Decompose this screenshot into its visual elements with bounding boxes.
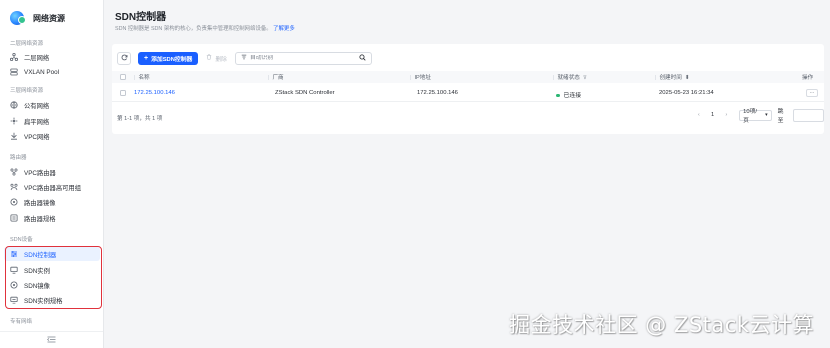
row-more-actions-button[interactable]: ··· bbox=[806, 89, 818, 97]
select-all-checkbox[interactable] bbox=[120, 74, 126, 80]
brand: 网络资源 bbox=[10, 10, 65, 26]
vpc-network-icon bbox=[10, 132, 18, 140]
column-header-status[interactable]: | 就绪状态 ⊽ bbox=[553, 73, 587, 81]
sidebar-item-flat-network[interactable]: 扁平网络 bbox=[4, 114, 100, 128]
network-resources-logo bbox=[10, 11, 26, 25]
sidebar-item-label: VPC路由器高可用组 bbox=[24, 184, 82, 192]
network-icon bbox=[10, 53, 18, 61]
status-text: 已连接 bbox=[563, 93, 582, 99]
column-vendor-label: 厂商 bbox=[272, 75, 284, 81]
table-row[interactable]: 172.25.100.146 ZStack SDN Controller 172… bbox=[112, 85, 824, 102]
sidebar-item-router-spec[interactable]: 路由器规格 bbox=[4, 211, 100, 225]
vendor-cell: ZStack SDN Controller bbox=[275, 90, 335, 96]
prev-page-icon[interactable]: ‹ bbox=[694, 112, 704, 118]
sort-icon[interactable]: ⬍ bbox=[685, 75, 690, 81]
controller-list-card: + 添加SDN控制器 删除 |名称 |厂商 |IP地址 |就绪状态⊽ |创建时间… bbox=[112, 44, 825, 134]
add-button-label: 添加SDN控制器 bbox=[151, 56, 193, 63]
sidebar-collapse-button[interactable] bbox=[0, 331, 103, 348]
column-ip-label: IP地址 bbox=[414, 75, 431, 81]
main-content: SDN控制器 SDN 控制器是 SDN 架构的核心，负责集中管理和控制网络设备。… bbox=[104, 0, 830, 348]
group-title-sdn: SDN设备 bbox=[10, 237, 33, 243]
router-spec-icon bbox=[10, 214, 18, 222]
ip-cell: 172.25.100.146 bbox=[417, 90, 458, 96]
brand-name: 网络资源 bbox=[33, 13, 65, 23]
column-header-actions: 操作 bbox=[802, 75, 814, 81]
column-name-label: 名称 bbox=[138, 75, 150, 81]
sidebar-item-label: 二层网络 bbox=[24, 54, 50, 62]
refresh-icon bbox=[121, 54, 128, 63]
pagination: ‹ 1 › 10项/页 ▾ 跳至 bbox=[694, 108, 825, 124]
page-title: SDN控制器 bbox=[115, 12, 167, 23]
status-cell: 已连接 bbox=[556, 90, 581, 99]
plus-icon: + bbox=[144, 54, 149, 62]
toolbar: + 添加SDN控制器 删除 bbox=[117, 51, 372, 65]
search-input[interactable] bbox=[249, 55, 359, 61]
search-icon[interactable] bbox=[359, 53, 366, 63]
group-title-private-network: 专有网络 bbox=[10, 319, 33, 325]
delete-button-label: 删除 bbox=[215, 56, 227, 63]
pagination-total: 第 1-1 项，共 1 项 bbox=[117, 116, 163, 122]
table-header: | 名称 | 厂商 | IP地址 | 就绪状态 ⊽ | 创建时间 ⬍ 操作 bbox=[112, 71, 824, 83]
menu-collapse-icon bbox=[47, 336, 56, 345]
sidebar-item-label: 扁平网络 bbox=[24, 118, 50, 126]
column-created-label: 创建时间 bbox=[659, 75, 682, 81]
learn-more-link[interactable]: 了解更多 bbox=[273, 26, 295, 32]
pool-icon bbox=[10, 68, 18, 76]
globe-icon bbox=[10, 101, 18, 109]
page-description-text: SDN 控制器是 SDN 架构的核心，负责集中管理和控制网络设备。 bbox=[115, 26, 272, 32]
search-box[interactable] bbox=[234, 51, 372, 65]
page-size-value: 10项/页 bbox=[743, 109, 758, 124]
sidebar-item-vpc-router-ha[interactable]: VPC路由器高可用组 bbox=[4, 180, 100, 194]
created-time-cell: 2025-05-23 16:21:34 bbox=[659, 90, 714, 96]
watermark: 掘金技术社区 @ ZStack云计算 bbox=[509, 313, 814, 337]
column-header-created[interactable]: | 创建时间 ⬍ bbox=[655, 73, 690, 81]
column-status-label: 就绪状态 bbox=[557, 75, 580, 81]
column-header-name[interactable]: | 名称 bbox=[134, 73, 150, 81]
controller-name-link[interactable]: 172.25.100.146 bbox=[134, 90, 175, 96]
refresh-button[interactable] bbox=[117, 51, 131, 65]
sidebar-item-vpc-router[interactable]: VPC路由器 bbox=[4, 165, 100, 179]
sidebar-item-label: 路由器镜像 bbox=[24, 199, 56, 207]
trash-icon bbox=[206, 54, 212, 62]
filter-icon bbox=[241, 54, 247, 62]
jump-label: 跳至 bbox=[777, 109, 784, 124]
page-size-select[interactable]: 10项/页 ▾ bbox=[739, 109, 772, 124]
current-page[interactable]: 1 bbox=[708, 112, 718, 118]
status-connected-dot bbox=[556, 93, 560, 98]
sidebar-item-label: 路由器规格 bbox=[24, 215, 56, 223]
sidebar-item-vxlan-pool[interactable]: VXLAN Pool bbox=[4, 65, 100, 79]
sidebar-item-vpc-network[interactable]: VPC网络 bbox=[4, 129, 100, 143]
router-image-icon bbox=[10, 198, 18, 206]
sidebar-item-label: VPC网络 bbox=[24, 133, 50, 141]
group-title-l3: 三层网络资源 bbox=[10, 88, 44, 94]
sidebar-item-label: 公有网络 bbox=[24, 102, 50, 110]
jump-page-input[interactable] bbox=[792, 108, 825, 122]
sidebar: 网络资源 二层网络资源 二层网络 VXLAN Pool 三层网络资源 公有网络 … bbox=[0, 0, 104, 348]
sidebar-item-label: VXLAN Pool bbox=[24, 68, 60, 76]
sidebar-item-router-image[interactable]: 路由器镜像 bbox=[4, 195, 100, 209]
column-header-ip: | IP地址 bbox=[410, 75, 431, 81]
filter-funnel-icon[interactable]: ⊽ bbox=[583, 75, 587, 81]
router-icon bbox=[10, 168, 18, 176]
next-page-icon[interactable]: › bbox=[721, 112, 731, 118]
chevron-down-icon: ▾ bbox=[765, 112, 768, 118]
delete-button[interactable]: 删除 bbox=[206, 54, 227, 63]
column-header-vendor: | 厂商 bbox=[268, 75, 284, 81]
add-sdn-controller-button[interactable]: + 添加SDN控制器 bbox=[138, 51, 199, 65]
router-ha-icon bbox=[10, 183, 18, 191]
sidebar-item-public-network[interactable]: 公有网络 bbox=[4, 98, 100, 112]
page-description: SDN 控制器是 SDN 架构的核心，负责集中管理和控制网络设备。 了解更多 bbox=[115, 24, 295, 32]
group-title-router: 路由器 bbox=[10, 155, 27, 161]
flat-network-icon bbox=[10, 117, 18, 125]
row-checkbox[interactable] bbox=[120, 90, 126, 96]
sidebar-item-l2-network[interactable]: 二层网络 bbox=[4, 50, 100, 64]
sidebar-item-label: VPC路由器 bbox=[24, 169, 56, 177]
sdn-section-highlight bbox=[5, 246, 102, 309]
group-title-l2: 二层网络资源 bbox=[10, 41, 44, 47]
